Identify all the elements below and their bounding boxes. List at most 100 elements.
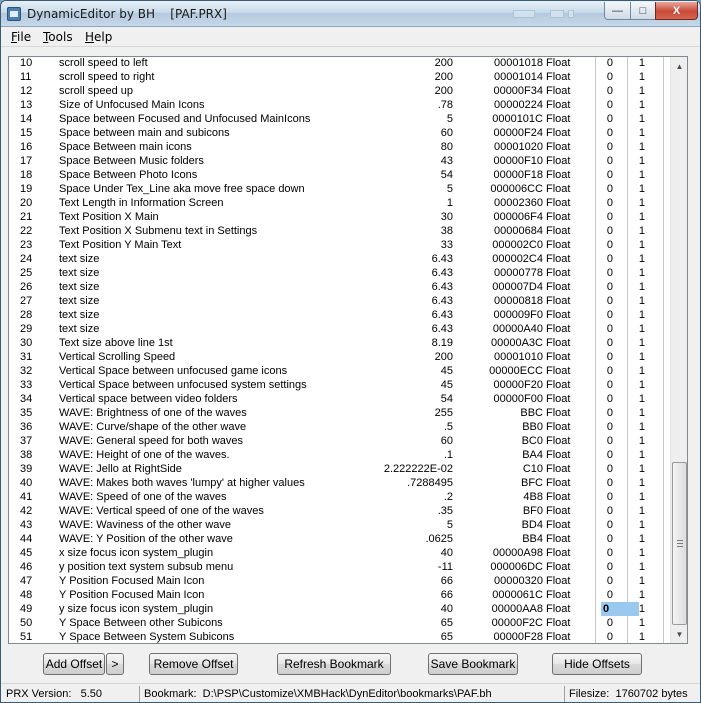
table-row[interactable]: 46 y position text system subsub menu -11 0… [9,560,671,574]
row-col-one[interactable]: 1 [635,518,645,532]
row-col-one[interactable]: 1 [635,182,645,196]
row-col-zero[interactable]: 0 [603,168,613,182]
table-row[interactable]: 35 WAVE: Brightness of one of the waves 25… [9,406,671,420]
row-col-one[interactable]: 1 [635,238,645,252]
row-col-zero[interactable]: 0 [603,280,613,294]
table-row[interactable]: 28 text size 6.43 000009F0 Float 0 1 [9,308,671,322]
row-col-one[interactable]: 1 [635,392,645,406]
row-value[interactable]: .7288495 [369,476,453,490]
row-col-zero[interactable]: 0 [603,57,613,70]
row-col-one[interactable]: 1 [635,252,645,266]
row-value[interactable]: 200 [369,350,453,364]
row-col-zero[interactable]: 0 [603,518,613,532]
row-col-zero[interactable]: 0 [603,308,613,322]
table-row[interactable]: 47 Y Position Focused Main Icon 66 00000320… [9,574,671,588]
row-value[interactable]: 33 [369,238,453,252]
row-col-one[interactable]: 1 [635,168,645,182]
row-value[interactable]: 6.43 [369,308,453,322]
row-col-one[interactable]: 1 [635,364,645,378]
row-col-one[interactable]: 1 [635,266,645,280]
row-value[interactable]: .2 [369,490,453,504]
row-col-one[interactable]: 1 [635,57,645,70]
add-offset-more-button[interactable]: > [106,653,124,675]
table-row[interactable]: 13 Size of Unfocused Main Icons .78 0000022… [9,98,671,112]
row-col-zero[interactable]: 0 [603,112,613,126]
row-value[interactable]: 38 [369,224,453,238]
scroll-up-arrow-icon[interactable]: ▲ [671,58,687,75]
row-col-one[interactable]: 1 [635,462,645,476]
row-col-one[interactable]: 1 [635,210,645,224]
row-col-one[interactable]: 1 [635,70,645,84]
row-value[interactable]: 5 [369,112,453,126]
table-row[interactable]: 22 Text Position X Submenu text in Settin… [9,224,671,238]
row-col-zero[interactable]: 0 [603,490,613,504]
table-row[interactable]: 45 x size focus icon system_plugin 40 00000… [9,546,671,560]
row-col-zero[interactable]: 0 [603,154,613,168]
row-col-zero[interactable]: 0 [603,182,613,196]
add-offset-button[interactable]: Add Offset [43,653,105,675]
row-col-zero[interactable]: 0 [603,210,613,224]
row-col-zero[interactable]: 0 [603,126,613,140]
offset-list[interactable]: 10 scroll speed to left 200 00001018 Float 0 1… [8,56,688,644]
table-row[interactable]: 17 Space Between Music folders 43 00000F10 F… [9,154,671,168]
row-col-one[interactable]: 1 [635,420,645,434]
maximize-button[interactable]: □ [630,2,656,20]
row-col-one[interactable]: 1 [635,308,645,322]
table-row[interactable]: 30 Text size above line 1st 8.19 00000A3C Fl… [9,336,671,350]
row-col-zero[interactable]: 0 [603,434,613,448]
row-col-one[interactable]: 1 [635,504,645,518]
row-value[interactable]: 6.43 [369,294,453,308]
table-row[interactable]: 41 WAVE: Speed of one of the waves .2 4B8 Fl… [9,490,671,504]
row-value[interactable]: 45 [369,364,453,378]
row-value[interactable]: 60 [369,126,453,140]
table-row[interactable]: 29 text size 6.43 00000A40 Float 0 1 [9,322,671,336]
table-row[interactable]: 39 WAVE: Jello at RightSide 2.222222E-02 C1… [9,462,671,476]
row-col-zero[interactable]: 0 [603,392,613,406]
row-col-zero[interactable]: 0 [603,294,613,308]
row-col-one[interactable]: 1 [635,574,645,588]
row-col-one[interactable]: 1 [635,224,645,238]
row-col-one[interactable]: 1 [635,112,645,126]
row-col-one[interactable]: 1 [635,98,645,112]
row-col-one[interactable]: 1 [635,616,645,630]
table-row[interactable]: 40 WAVE: Makes both waves 'lumpy' at high… [9,476,671,490]
table-row[interactable]: 23 Text Position Y Main Text 33 000002C0 Flo… [9,238,671,252]
menu-file[interactable]: File [11,30,31,44]
table-row[interactable]: 16 Space Between main icons 80 00001020 Floa… [9,140,671,154]
row-value[interactable]: 6.43 [369,280,453,294]
row-col-one[interactable]: 1 [635,588,645,602]
row-col-zero[interactable]: 0 [603,588,613,602]
row-value[interactable]: 6.43 [369,322,453,336]
row-value[interactable]: .35 [369,504,453,518]
table-row[interactable]: 25 text size 6.43 00000778 Float 0 1 [9,266,671,280]
row-col-one[interactable]: 1 [635,448,645,462]
table-row[interactable]: 50 Y Space Between other Subicons 65 00000F… [9,616,671,630]
row-col-one[interactable]: 1 [635,126,645,140]
row-value[interactable]: 40 [369,602,453,616]
row-col-zero[interactable]: 0 [603,196,613,210]
row-col-zero[interactable]: 0 [603,336,613,350]
row-value[interactable]: 45 [369,378,453,392]
row-value[interactable]: 6.43 [369,252,453,266]
table-row[interactable]: 38 WAVE: Height of one of the waves. .1 BA4… [9,448,671,462]
row-col-one[interactable]: 1 [635,280,645,294]
row-col-zero[interactable]: 0 [603,266,613,280]
row-value[interactable]: .5 [369,420,453,434]
row-col-one[interactable]: 1 [635,294,645,308]
table-row[interactable]: 20 Text Length in Information Screen 1 0000… [9,196,671,210]
row-col-zero[interactable]: 0 [603,420,613,434]
menu-help[interactable]: Help [85,30,112,44]
row-col-zero[interactable]: 0 [603,140,613,154]
row-value[interactable]: 54 [369,392,453,406]
row-value[interactable]: 200 [369,57,453,70]
row-col-one[interactable]: 1 [635,154,645,168]
row-value[interactable]: 2.222222E-02 [369,462,453,476]
table-row[interactable]: 31 Vertical Scrolling Speed 200 00001010 Flo… [9,350,671,364]
row-col-one[interactable]: 1 [635,196,645,210]
row-value[interactable]: 66 [369,588,453,602]
vertical-scrollbar[interactable]: ▲ ▼ [670,57,687,643]
row-col-zero[interactable]: 0 [603,532,613,546]
title-bar[interactable]: DynamicEditor by BH [PAF.PRX] — □ X [1,1,700,27]
row-col-one[interactable]: 1 [635,322,645,336]
row-col-zero[interactable]: 0 [603,574,613,588]
